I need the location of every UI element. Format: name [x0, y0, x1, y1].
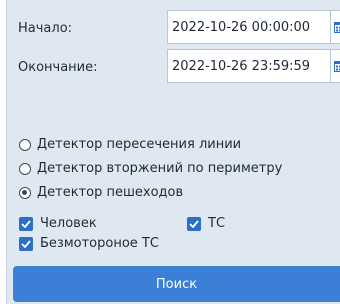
calendar-icon — [333, 61, 340, 72]
calendar-icon — [333, 22, 340, 33]
start-calendar-button[interactable] — [330, 10, 340, 44]
end-date-field[interactable] — [167, 49, 330, 83]
start-date-field[interactable] — [167, 10, 330, 44]
end-date-input[interactable] — [168, 50, 318, 82]
radio-label: Детектор пересечения линии — [37, 137, 242, 152]
radio-perimeter-intrusion[interactable]: Детектор вторжений по периметру — [19, 161, 282, 176]
checkbox-vehicle[interactable]: ТС — [187, 216, 225, 231]
radio-button-selected[interactable] — [19, 186, 31, 199]
checkbox-label: ТС — [208, 216, 226, 231]
radio-label: Детектор пешеходов — [37, 185, 184, 200]
checkbox-label: Безмотороное ТС — [40, 236, 159, 251]
checkbox[interactable] — [19, 236, 33, 251]
radio-button[interactable] — [19, 162, 31, 175]
checkbox-person[interactable]: Человек — [19, 216, 97, 231]
search-button-label: Поиск — [155, 276, 198, 292]
checkmark-icon — [21, 239, 31, 248]
checkbox[interactable] — [19, 216, 33, 231]
end-label: Окончание: — [18, 60, 98, 75]
radio-line-crossing[interactable]: Детектор пересечения линии — [19, 137, 241, 152]
start-date-input[interactable] — [168, 11, 318, 43]
end-calendar-button[interactable] — [330, 49, 340, 83]
checkbox-label: Человек — [40, 216, 97, 231]
checkbox-non-motor-vehicle[interactable]: Безмотороное ТС — [19, 236, 159, 251]
radio-button[interactable] — [19, 138, 31, 151]
search-button[interactable]: Поиск — [13, 266, 340, 302]
start-label: Начало: — [18, 21, 73, 36]
checkmark-icon — [189, 219, 199, 228]
radio-pedestrian[interactable]: Детектор пешеходов — [19, 185, 183, 200]
radio-label: Детектор вторжений по периметру — [37, 161, 283, 176]
search-panel: Начало: Окончание: Детектор пересечения … — [6, 0, 340, 304]
checkmark-icon — [21, 219, 31, 228]
checkbox[interactable] — [187, 216, 201, 231]
